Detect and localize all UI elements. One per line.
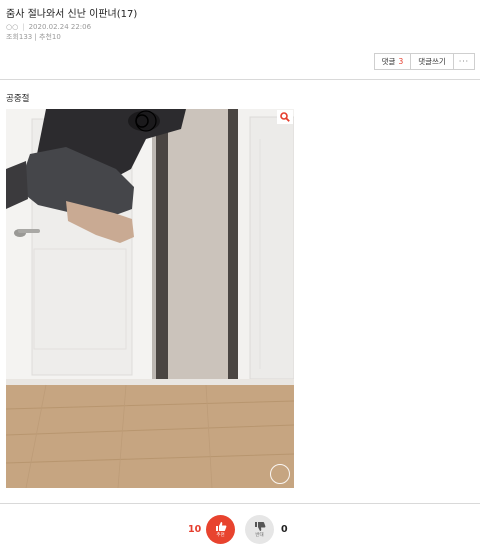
upvote-label: 추천 xyxy=(216,532,225,538)
post-meta: ○○ | 2020.02.24 22:06 xyxy=(6,22,474,32)
upvote-count: 10 xyxy=(188,524,202,535)
comment-label: 댓글 xyxy=(381,57,396,66)
post-date: 2020.02.24 22:06 xyxy=(28,23,92,31)
meta-separator: | xyxy=(22,23,25,31)
post-stats: 조회133 | 추천10 xyxy=(6,33,61,41)
comment-button[interactable]: 댓글 3 xyxy=(373,53,412,70)
header-divider xyxy=(0,79,480,80)
vote-bar: 10 추천 반대 0 xyxy=(0,512,480,548)
post-action-bar: 댓글 3 댓글쓰기 ··· xyxy=(373,53,475,70)
footer-divider xyxy=(0,503,480,504)
post-body-text: 공중절 xyxy=(6,94,30,104)
author-name[interactable]: ○○ xyxy=(6,22,18,32)
photo-content xyxy=(6,109,294,488)
thumbs-up-icon xyxy=(215,521,226,531)
magnifier-icon xyxy=(280,112,290,122)
thumbs-down-icon xyxy=(254,521,265,531)
write-comment-button[interactable]: 댓글쓰기 xyxy=(411,53,454,70)
upvote-button[interactable]: 추천 xyxy=(206,515,235,544)
downvote-count: 0 xyxy=(281,524,288,535)
downvote-button[interactable]: 반대 xyxy=(245,515,274,544)
play-circle-icon[interactable] xyxy=(270,464,290,484)
comment-count: 3 xyxy=(398,57,404,66)
post-title: 줌사 절나와서 신난 이판녀(17) xyxy=(6,9,138,20)
post-photo[interactable] xyxy=(6,109,294,488)
downvote-label: 반대 xyxy=(255,532,264,538)
more-button[interactable]: ··· xyxy=(453,53,475,70)
zoom-button[interactable] xyxy=(277,110,293,124)
post-header: 줌사 절나와서 신난 이판녀(17) ○○ | 2020.02.24 22:06… xyxy=(6,8,474,42)
